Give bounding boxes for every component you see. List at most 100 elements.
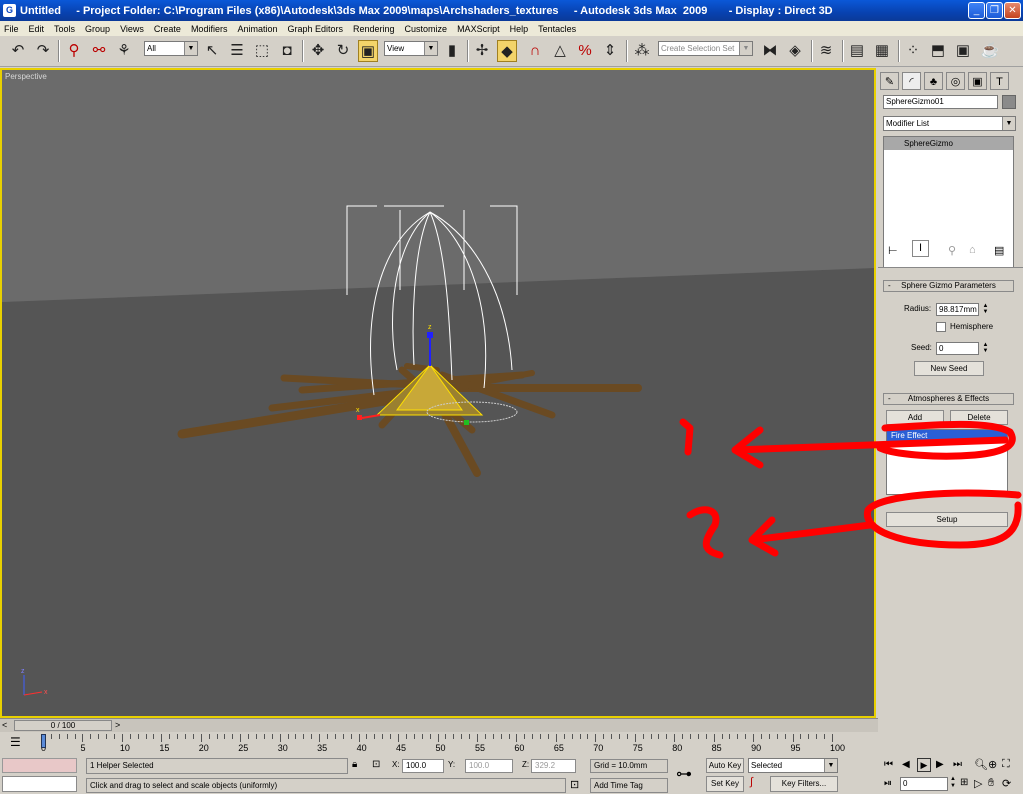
time-slider-next-icon[interactable]: >	[115, 720, 120, 730]
select-object-icon[interactable]: ↖	[202, 40, 222, 62]
reference-coordinate-dropdown[interactable]: View ▼	[384, 41, 438, 56]
menu-file[interactable]: File	[4, 24, 19, 34]
zoom-extents-icon[interactable]: ⛶	[1002, 758, 1010, 771]
previous-frame-icon[interactable]: ◀	[902, 759, 910, 770]
time-tag-icon[interactable]: ⊡	[570, 778, 579, 791]
window-crossing-icon[interactable]: ◘	[277, 40, 297, 62]
key-mode-toggle-icon[interactable]: ⏯	[884, 778, 892, 789]
remove-modifier-icon[interactable]: ⌂	[969, 244, 976, 256]
select-and-link-icon[interactable]: ⚲	[64, 40, 84, 62]
add-effect-button[interactable]: Add	[886, 410, 944, 425]
seed-field[interactable]: 0	[936, 342, 979, 355]
menu-tentacles[interactable]: Tentacles	[538, 24, 576, 34]
auto-key-button[interactable]: Auto Key	[706, 758, 744, 773]
quick-render-icon[interactable]: ☕	[980, 40, 1000, 62]
current-frame-spinner[interactable]: ▲ ▼	[950, 776, 956, 790]
object-color-swatch[interactable]	[1002, 95, 1016, 109]
undo-icon[interactable]: ↶	[8, 40, 28, 62]
object-name-field[interactable]: SphereGizmo01	[883, 95, 998, 109]
fire-effect-list-item[interactable]: Fire Effect	[887, 430, 1007, 442]
menu-views[interactable]: Views	[120, 24, 144, 34]
maxscript-input[interactable]	[2, 776, 77, 792]
time-slider-thumb[interactable]: 0 / 100	[14, 720, 112, 731]
edit-named-selection-icon[interactable]: ⁂	[632, 40, 652, 62]
key-filters-button[interactable]: Key Filters...	[770, 776, 838, 792]
viewport-label[interactable]: Perspective	[5, 72, 47, 81]
goto-end-icon[interactable]: ⏭	[953, 759, 962, 770]
rendered-frame-window-icon[interactable]: ▣	[953, 40, 973, 62]
x-coord-field[interactable]: 100.0	[402, 759, 444, 773]
select-by-name-icon[interactable]: ☰	[227, 40, 247, 62]
new-seed-button[interactable]: New Seed	[914, 361, 984, 376]
time-slider-prev-icon[interactable]: <	[2, 720, 7, 730]
keyboard-shortcut-override-icon[interactable]: ◆	[497, 40, 517, 62]
pivot-center-icon[interactable]: ▮	[442, 40, 462, 62]
bind-space-warp-icon[interactable]: ⚘	[114, 40, 134, 62]
snaps-toggle-icon[interactable]: ∩	[525, 40, 545, 62]
current-time-marker[interactable]	[41, 734, 46, 748]
zoom-all-icon[interactable]: ⊕	[988, 758, 997, 771]
utilities-tab-icon[interactable]: T	[990, 72, 1009, 90]
select-manipulate-icon[interactable]: ✢	[472, 40, 492, 62]
configure-modifier-sets-icon[interactable]: ▤	[994, 244, 1004, 257]
rotate-icon[interactable]: ↻	[333, 40, 353, 62]
app-logo-icon[interactable]: G	[3, 4, 16, 17]
close-button[interactable]: ✕	[1004, 2, 1021, 19]
modify-tab-icon[interactable]: ◜	[902, 72, 921, 90]
scene-canvas[interactable]: z x z x	[2, 70, 874, 716]
pan-icon[interactable]: ✋︎	[988, 777, 994, 790]
percent-snap-icon[interactable]: %	[575, 40, 595, 62]
named-selection-set-dropdown[interactable]: Create Selection Set ▼	[658, 41, 753, 56]
menu-modifiers[interactable]: Modifiers	[191, 24, 228, 34]
move-icon[interactable]: ✥	[308, 40, 328, 62]
time-configuration-icon[interactable]: ⊞	[960, 777, 968, 788]
add-time-tag-button[interactable]: Add Time Tag	[590, 778, 668, 793]
field-of-view-icon[interactable]: ▷	[974, 777, 982, 790]
menu-graph-editors[interactable]: Graph Editors	[287, 24, 343, 34]
pin-stack-icon[interactable]: ⊢	[888, 244, 898, 257]
goto-start-icon[interactable]: ⏮	[884, 759, 893, 770]
spinner-snap-icon[interactable]: ⇕	[600, 40, 620, 62]
display-tab-icon[interactable]: ▣	[968, 72, 987, 90]
unlink-icon[interactable]: ⚯	[89, 40, 109, 62]
arc-rotate-icon[interactable]: ⟳	[1002, 777, 1011, 790]
render-setup-icon[interactable]: ⬒	[928, 40, 948, 62]
selection-filter-dropdown[interactable]: All ▼	[144, 41, 198, 56]
hierarchy-tab-icon[interactable]: ♣	[924, 72, 943, 90]
create-tab-icon[interactable]: ✎	[880, 72, 899, 90]
current-frame-field[interactable]: 0	[900, 777, 948, 791]
material-editor-icon[interactable]: ⁘	[903, 40, 923, 62]
seed-spinner[interactable]: ▲ ▼	[981, 342, 990, 355]
key-mode-dropdown[interactable]: Selected ▼	[748, 758, 838, 773]
play-icon[interactable]: ▶	[917, 758, 931, 772]
stack-item-spheregizmo[interactable]: SphereGizmo	[884, 137, 1013, 150]
hemisphere-checkbox[interactable]	[936, 322, 946, 332]
modifier-list-dropdown[interactable]: Modifier List ▼	[883, 116, 1016, 131]
angle-snap-icon[interactable]: △	[550, 40, 570, 62]
track-bar[interactable]: ☰ 0 5 10 15 20 25 30 35 40 45 50 55 60 65 70 75 80 85 90 95…	[0, 732, 878, 756]
menu-group[interactable]: Group	[85, 24, 110, 34]
layer-manager-icon[interactable]: ≋	[816, 40, 836, 62]
motion-tab-icon[interactable]: ◎	[946, 72, 965, 90]
zoom-icon[interactable]: 🔍︎	[974, 758, 988, 771]
mirror-icon[interactable]: ⧓	[760, 40, 780, 62]
menu-rendering[interactable]: Rendering	[353, 24, 395, 34]
menu-help[interactable]: Help	[510, 24, 529, 34]
setup-button[interactable]: Setup	[886, 512, 1008, 527]
delete-effect-button[interactable]: Delete	[950, 410, 1008, 425]
show-end-result-icon[interactable]: I	[912, 240, 929, 257]
y-coord-field[interactable]: 100.0	[465, 759, 513, 773]
schematic-view-icon[interactable]: ▦	[872, 40, 892, 62]
maxscript-listener-mini[interactable]	[2, 758, 77, 773]
default-in-out-tangents-icon[interactable]: ∫	[750, 776, 753, 788]
sphere-gizmo-parameters-rollout[interactable]: - Sphere Gizmo Parameters	[883, 280, 1014, 292]
menu-tools[interactable]: Tools	[54, 24, 75, 34]
radius-spinner[interactable]: ▲ ▼	[981, 303, 990, 316]
z-coord-field[interactable]: 329.2	[531, 759, 576, 773]
restore-button[interactable]: ❐	[986, 2, 1003, 19]
menu-maxscript[interactable]: MAXScript	[457, 24, 500, 34]
selection-lock-icon[interactable]: 🔒︎	[352, 759, 357, 770]
menu-create[interactable]: Create	[154, 24, 181, 34]
menu-animation[interactable]: Animation	[237, 24, 277, 34]
set-key-button[interactable]: Set Key	[706, 776, 744, 792]
